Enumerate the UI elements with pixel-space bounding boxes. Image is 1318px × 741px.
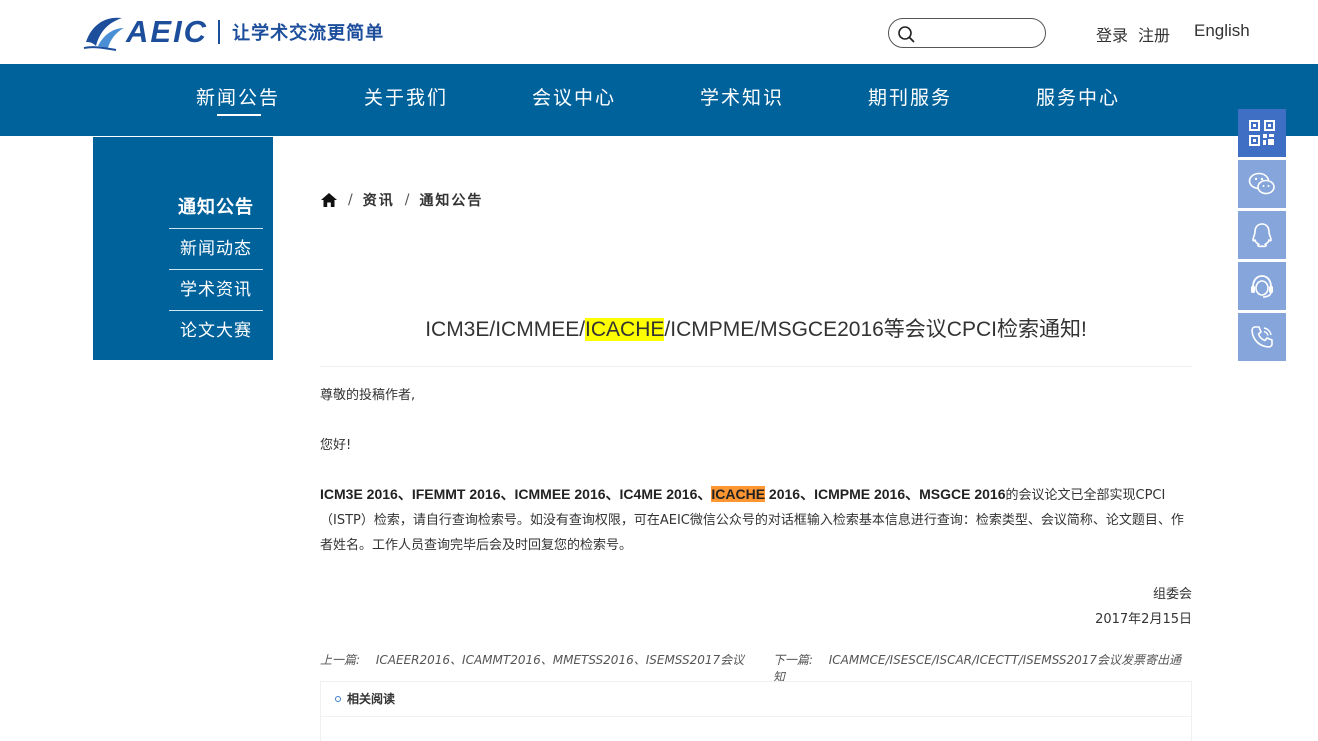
- phone-icon: [1251, 326, 1273, 348]
- nav-item-knowledge[interactable]: 学术知识: [658, 64, 826, 136]
- article-signature: 组委会: [1152, 587, 1192, 602]
- nav-item-journal[interactable]: 期刊服务: [826, 64, 994, 136]
- title-highlight: ICACHE: [585, 318, 665, 341]
- article-date: 2017年2月15日: [1095, 612, 1192, 627]
- phone-button[interactable]: [1238, 313, 1286, 361]
- breadcrumb-separator: /: [404, 192, 410, 208]
- body-conferences-tail: 2016、ICMPME 2016、MSGCE 2016: [765, 486, 1006, 502]
- related-divider: [321, 716, 1191, 717]
- logo-text: AEIC: [126, 14, 209, 49]
- qrcode-button[interactable]: [1238, 109, 1286, 157]
- qrcode-icon: [1249, 120, 1275, 146]
- site-header: AEIC 让学术交流更简单 登录 注册 English: [0, 0, 1318, 64]
- title-divider: [320, 366, 1192, 367]
- title-part: ICM3E/ICMMEE/: [425, 318, 586, 341]
- nav-item-about[interactable]: 关于我们: [322, 64, 490, 136]
- logo-slogan: 让学术交流更简单: [232, 23, 385, 44]
- sidebar: 通知公告 新闻动态 学术资讯 论文大赛: [93, 137, 273, 360]
- wechat-button[interactable]: [1238, 160, 1286, 208]
- prev-label: 上一篇:: [320, 653, 361, 667]
- logo-separator: [218, 20, 221, 44]
- article-body: ICM3E 2016、IFEMMT 2016、ICMMEE 2016、IC4ME…: [320, 482, 1188, 558]
- bullet-icon: [335, 695, 341, 702]
- register-link[interactable]: 注册: [1138, 22, 1170, 46]
- language-switch[interactable]: English: [1194, 21, 1250, 41]
- search-icon[interactable]: [897, 25, 915, 43]
- logo-bird-icon: [83, 17, 124, 51]
- sidebar-item-news[interactable]: 新闻动态: [169, 229, 263, 270]
- body-highlight: ICACHE: [711, 486, 766, 502]
- body-conferences: ICM3E 2016、IFEMMT 2016、ICMMEE 2016、IC4ME…: [320, 486, 712, 502]
- search-input[interactable]: [919, 23, 1037, 43]
- qq-icon: [1252, 223, 1272, 248]
- article-greeting: 尊敬的投稿作者,: [320, 388, 416, 403]
- breadcrumb-notices[interactable]: 通知公告: [419, 190, 483, 210]
- related-heading: 相关阅读: [335, 690, 395, 707]
- qq-button[interactable]: [1238, 211, 1286, 259]
- nav-item-conference[interactable]: 会议中心: [490, 64, 658, 136]
- article-hello: 您好!: [320, 438, 352, 453]
- related-heading-text: 相关阅读: [347, 692, 396, 706]
- sidebar-item-academic[interactable]: 学术资讯: [169, 270, 263, 311]
- related-reading: 相关阅读: [320, 681, 1192, 741]
- login-link[interactable]: 登录: [1096, 22, 1128, 46]
- site-logo[interactable]: AEIC 让学术交流更简单: [82, 10, 384, 54]
- wechat-icon: [1248, 172, 1275, 195]
- account-links: 登录 注册: [1096, 22, 1180, 46]
- customer-service-button[interactable]: [1238, 262, 1286, 310]
- main-nav: 新闻公告 关于我们 会议中心 学术知识 期刊服务 服务中心: [0, 64, 1318, 136]
- nav-item-service[interactable]: 服务中心: [994, 64, 1162, 136]
- sidebar-item-notices[interactable]: 通知公告: [169, 188, 263, 229]
- next-article-link[interactable]: ICAMMCE/ISESCE/ISCAR/ICECTT/ISEMSS2017会议…: [773, 653, 1181, 684]
- sidebar-item-contest[interactable]: 论文大赛: [169, 311, 263, 352]
- title-part: /ICMPME/MSGCE2016等会议CPCI检索通知!: [664, 318, 1087, 341]
- floating-toolbar: [1238, 109, 1286, 364]
- customer-service-icon: [1251, 275, 1273, 298]
- home-icon[interactable]: [320, 192, 338, 208]
- breadcrumb-info[interactable]: 资讯: [363, 190, 395, 210]
- prev-article-link[interactable]: ICAEER2016、ICAMMT2016、MMETSS2016、ISEMSS2…: [376, 653, 744, 667]
- article-title: ICM3E/ICMMEE/ICACHE/ICMPME/MSGCE2016等会议C…: [320, 313, 1192, 343]
- search-box[interactable]: [888, 18, 1046, 48]
- breadcrumb-separator: /: [348, 192, 353, 208]
- next-label: 下一篇:: [772, 653, 813, 667]
- nav-item-news[interactable]: 新闻公告: [154, 64, 322, 136]
- breadcrumb: / 资讯 / 通知公告: [320, 190, 483, 210]
- prev-next-links: 上一篇: ICAEER2016、ICAMMT2016、MMETSS2016、IS…: [320, 651, 1192, 685]
